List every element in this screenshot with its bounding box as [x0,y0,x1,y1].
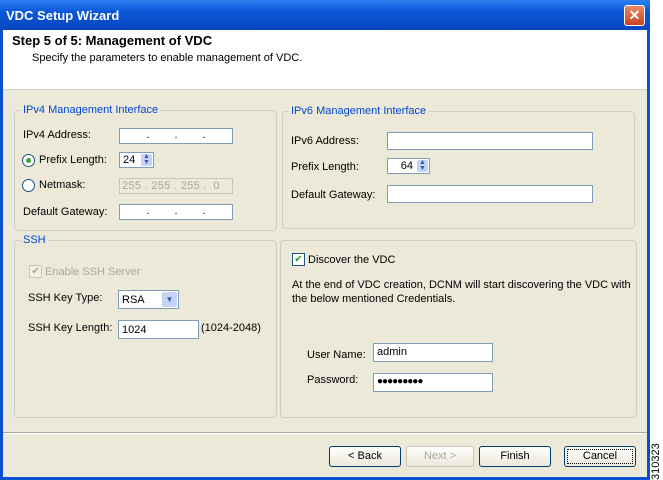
back-button[interactable]: < Back [329,446,401,467]
ipv6-prefix-spinner[interactable]: 64 ▲ ▼ [387,158,430,174]
username-input[interactable]: admin [373,343,493,362]
ssh-key-length-range: (1024-2048) [201,322,261,334]
ipv6-legend: IPv6 Management Interface [289,105,429,117]
wizard-client: Step 5 of 5: Management of VDC Specify t… [3,30,647,477]
next-button[interactable]: Next > [406,446,474,467]
ipv6-group: IPv6 Management Interface IPv6 Address: … [282,105,635,229]
step-subtitle: Specify the parameters to enable managem… [32,52,303,64]
ipv6-address-label: IPv6 Address: [291,135,359,147]
enable-ssh-checkbox[interactable]: ✔ [29,265,42,278]
ipv4-group: IPv4 Management Interface IPv4 Address: … [14,104,277,231]
ssh-legend: SSH [21,234,48,246]
button-separator [3,432,647,434]
window-title: VDC Setup Wizard [6,8,120,23]
title-bar: VDC Setup Wizard ✕ [0,0,650,30]
discover-vdc-checkbox[interactable]: ✔ [292,253,305,266]
ipv6-gateway-input[interactable] [387,185,593,203]
ipv4-prefix-label: Prefix Length: [39,154,107,166]
ipv4-address-label: IPv4 Address: [23,129,91,141]
ipv4-gateway-label: Default Gateway: [23,206,108,218]
ipv4-legend: IPv4 Management Interface [21,104,161,116]
close-icon[interactable]: ✕ [624,5,645,26]
wizard-window: VDC Setup Wizard ✕ Step 5 of 5: Manageme… [0,0,650,480]
prefix-length-radio[interactable] [22,154,35,167]
ipv4-prefix-spinner[interactable]: 24 ▲ ▼ [119,152,154,168]
ipv4-gateway-input[interactable]: ... [119,204,233,220]
ssh-group: SSH ✔ Enable SSH Server SSH Key Type: RS… [14,234,277,418]
finish-button[interactable]: Finish [479,446,551,467]
chevron-down-icon[interactable]: ▼ [162,292,177,307]
discover-vdc-label: Discover the VDC [308,254,396,266]
password-label: Password: [307,374,359,386]
figure-id: 310323 [650,443,662,480]
password-input[interactable]: ●●●●●●●●● [373,373,493,392]
ssh-key-length-input[interactable]: 1024 [118,320,199,339]
spinner-arrows-icon[interactable]: ▲ ▼ [141,153,152,166]
ipv6-gateway-label: Default Gateway: [291,189,376,201]
netmask-radio[interactable] [22,179,35,192]
ssh-key-type-select[interactable]: RSA ▼ [118,290,179,309]
ssh-key-type-label: SSH Key Type: [28,292,103,304]
username-label: User Name: [307,349,366,361]
ipv4-address-input[interactable]: ... [119,128,233,144]
enable-ssh-label: Enable SSH Server [45,266,141,278]
discover-group: ✔ Discover the VDC At the end of VDC cre… [280,240,637,418]
ipv6-address-input[interactable] [387,132,593,150]
ssh-key-length-label: SSH Key Length: [28,322,113,334]
cancel-button[interactable]: Cancel [564,446,636,467]
step-header: Step 5 of 5: Management of VDC Specify t… [3,30,647,90]
step-title: Step 5 of 5: Management of VDC [12,33,213,48]
netmask-input[interactable]: 255 . 255 . 255 . 0 [119,178,233,194]
spinner-arrows-icon[interactable]: ▲ ▼ [417,159,428,172]
discover-description: At the end of VDC creation, DCNM will st… [292,279,631,305]
ipv6-prefix-label: Prefix Length: [291,161,359,173]
netmask-label: Netmask: [39,179,86,191]
